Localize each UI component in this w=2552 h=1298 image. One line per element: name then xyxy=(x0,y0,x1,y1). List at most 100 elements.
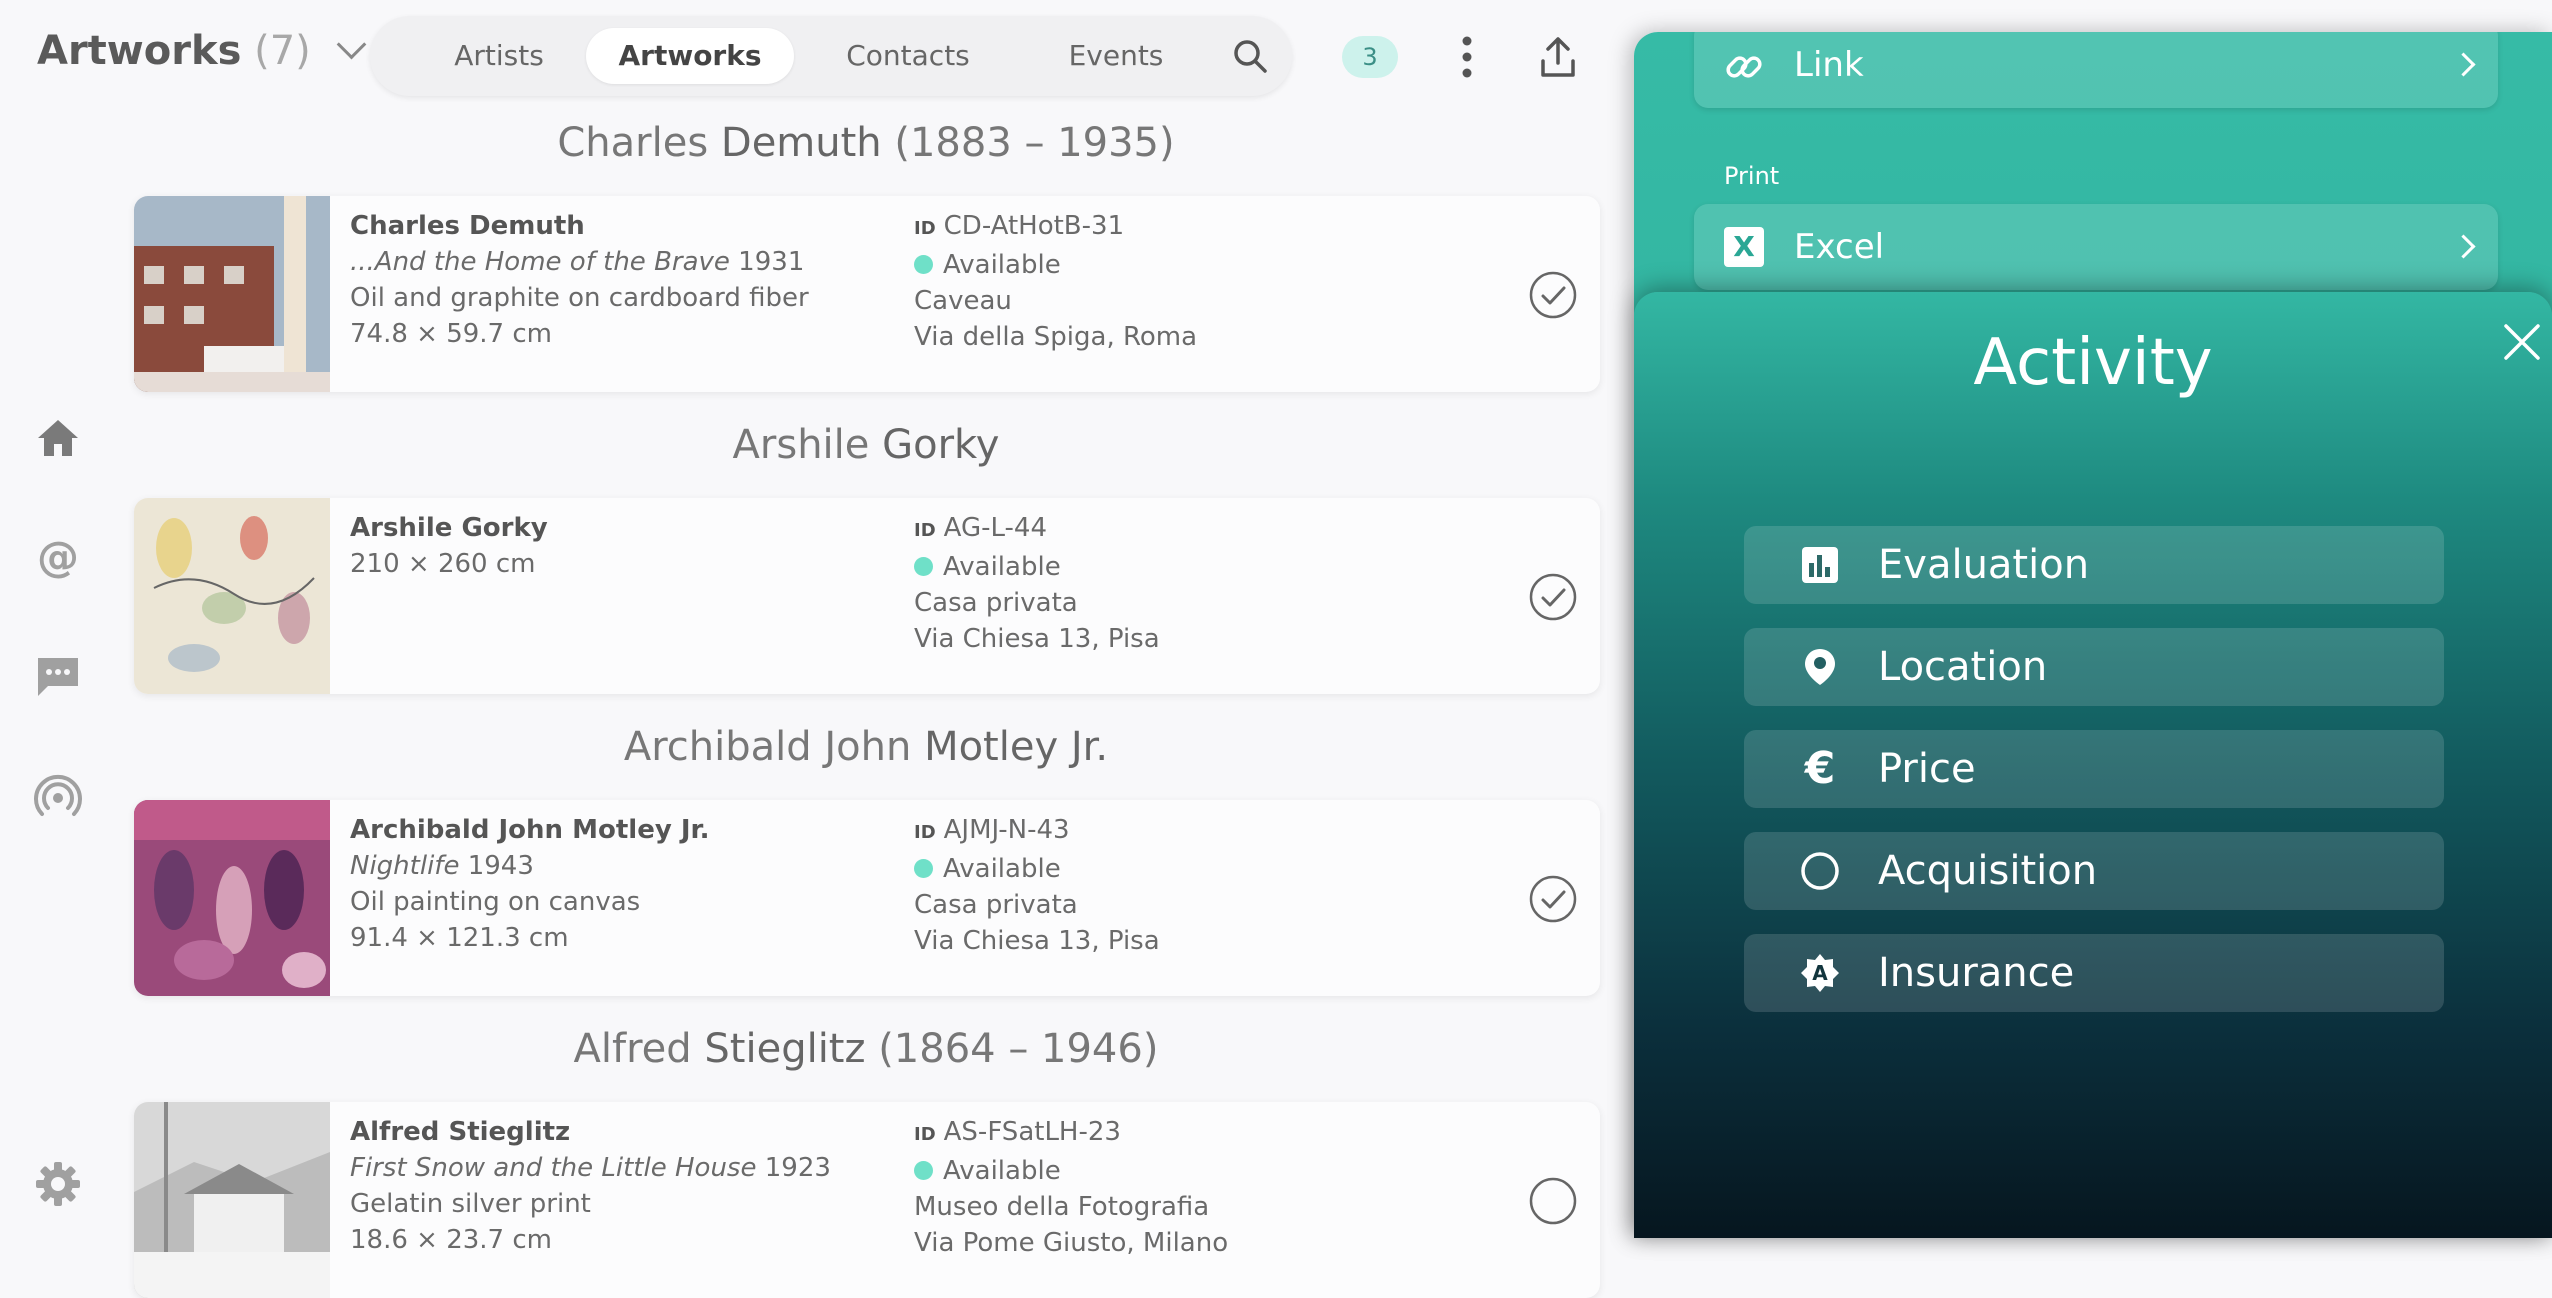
artist-surname: Motley Jr. xyxy=(924,724,1109,770)
artwork-id: CD-AtHotB-31 xyxy=(943,211,1125,241)
check-circle-icon[interactable] xyxy=(1528,270,1578,320)
print-section-label: Print xyxy=(1724,162,1780,190)
artwork-title-line: ...And the Home of the Brave 1931 xyxy=(350,244,809,280)
artwork-year: 1923 xyxy=(756,1153,831,1183)
artwork-details: Charles Demuth ...And the Home of the Br… xyxy=(350,208,809,352)
artwork-year: 1943 xyxy=(459,851,534,881)
svg-text:@: @ xyxy=(37,534,79,581)
artist-heading: Charles Demuth (1883 – 1935) xyxy=(132,120,1600,166)
artwork-year: 1931 xyxy=(729,247,805,277)
excel-option[interactable]: X Excel xyxy=(1694,204,2498,290)
artwork-inventory: ID AS-FSatLH-23 Available Museo della Fot… xyxy=(914,1114,1228,1261)
tab-artworks[interactable]: Artworks xyxy=(586,28,794,84)
activity-location-label: Location xyxy=(1878,644,2048,690)
activity-acquisition-label: Acquisition xyxy=(1878,848,2098,894)
artwork-medium: Gelatin silver print xyxy=(350,1189,591,1219)
more-options-icon[interactable] xyxy=(1455,33,1479,81)
artwork-card[interactable]: Charles Demuth ...And the Home of the Br… xyxy=(134,196,1600,392)
artwork-id: AJMJ-N-43 xyxy=(943,815,1070,845)
bar-chart-icon xyxy=(1802,547,1838,583)
artwork-card[interactable]: Alfred Stieglitz First Snow and the Litt… xyxy=(134,1102,1600,1298)
artwork-thumbnail xyxy=(134,498,330,694)
activity-price-label: Price xyxy=(1878,746,1976,792)
activity-location[interactable]: Location xyxy=(1744,628,2444,706)
link-icon xyxy=(1726,56,1762,78)
mention-icon[interactable]: @ xyxy=(34,534,82,582)
chat-icon[interactable] xyxy=(34,652,82,700)
artwork-title: ...And the Home of the Brave xyxy=(350,247,730,277)
link-option[interactable]: Link xyxy=(1694,32,2498,108)
id-label: ID xyxy=(914,1124,936,1145)
artwork-address: Via Pome Giusto, Milano xyxy=(914,1228,1229,1258)
check-circle-icon[interactable] xyxy=(1528,572,1578,622)
broadcast-icon[interactable] xyxy=(34,774,82,822)
artwork-inventory: ID AJMJ-N-43 Available Casa privata Via C… xyxy=(914,812,1160,959)
activity-insurance-label: Insurance xyxy=(1878,950,2075,996)
euro-icon: € xyxy=(1804,743,1836,794)
artwork-card[interactable]: Archibald John Motley Jr. Nightlife 1943… xyxy=(134,800,1600,996)
artwork-artist-name: Charles Demuth xyxy=(350,211,585,241)
artwork-status: Available xyxy=(943,250,1061,280)
status-dot-icon xyxy=(914,255,933,274)
artwork-address: Via della Spiga, Roma xyxy=(914,322,1198,352)
activity-insurance[interactable]: A Insurance xyxy=(1744,934,2444,1012)
page-title[interactable]: Artworks (7) xyxy=(37,28,367,74)
artwork-address: Via Chiesa 13, Pisa xyxy=(914,624,1160,654)
artwork-details: Archibald John Motley Jr. Nightlife 1943… xyxy=(350,812,710,956)
artist-heading: Arshile Gorky xyxy=(132,422,1600,468)
artist-years: (1883 – 1935) xyxy=(881,120,1175,166)
chevron-right-icon xyxy=(2451,234,2476,259)
insurance-badge-icon: A xyxy=(1801,954,1839,992)
settings-gear-icon[interactable] xyxy=(34,1160,82,1208)
artwork-dimensions: 210 × 260 cm xyxy=(350,549,536,579)
artwork-id: AG-L-44 xyxy=(943,513,1047,543)
artwork-status: Available xyxy=(943,552,1061,582)
home-icon[interactable] xyxy=(34,414,82,462)
artist-first-name: Archibald John xyxy=(623,724,925,770)
share-icon[interactable] xyxy=(1538,33,1578,81)
artwork-thumbnail xyxy=(134,1102,330,1298)
page-title-label: Artworks xyxy=(37,28,242,74)
activity-evaluation[interactable]: Evaluation xyxy=(1744,526,2444,604)
artwork-address: Via Chiesa 13, Pisa xyxy=(914,926,1160,956)
circle-icon xyxy=(1801,852,1839,890)
search-icon[interactable] xyxy=(1232,38,1268,74)
artwork-id: AS-FSatLH-23 xyxy=(943,1117,1121,1147)
activity-panel: Activity Evaluation Location € Price Acq… xyxy=(1634,292,2552,1238)
artist-surname: Gorky xyxy=(882,422,1000,468)
tab-events[interactable]: Events xyxy=(1026,28,1206,84)
artwork-thumbnail xyxy=(134,800,330,996)
insurance-icon-letter: A xyxy=(1812,961,1828,985)
artwork-dimensions: 18.6 × 23.7 cm xyxy=(350,1225,552,1255)
close-icon[interactable] xyxy=(2500,320,2544,364)
link-label: Link xyxy=(1794,45,1864,85)
artwork-title-line: Nightlife 1943 xyxy=(350,848,710,884)
status-dot-icon xyxy=(914,859,933,878)
artist-surname: Demuth xyxy=(720,120,882,166)
artwork-place: Caveau xyxy=(914,286,1012,316)
artwork-dimensions: 74.8 × 59.7 cm xyxy=(350,319,552,349)
activity-price[interactable]: € Price xyxy=(1744,730,2444,808)
artwork-title: Nightlife xyxy=(350,851,460,881)
notification-badge[interactable]: 3 xyxy=(1342,36,1398,78)
tab-contacts[interactable]: Contacts xyxy=(810,28,1006,84)
artwork-inventory: ID CD-AtHotB-31 Available Caveau Via dell… xyxy=(914,208,1197,355)
unchecked-circle-icon[interactable] xyxy=(1528,1176,1578,1226)
id-label: ID xyxy=(914,218,936,239)
artwork-artist-name: Alfred Stieglitz xyxy=(350,1117,571,1147)
artist-first-name: Charles xyxy=(557,120,721,166)
artist-surname: Stieglitz xyxy=(704,1026,866,1072)
map-pin-icon xyxy=(1805,649,1835,685)
artwork-details: Arshile Gorky 210 × 260 cm xyxy=(350,510,548,582)
activity-acquisition[interactable]: Acquisition xyxy=(1744,832,2444,910)
check-circle-icon[interactable] xyxy=(1528,874,1578,924)
excel-label: Excel xyxy=(1794,227,1885,267)
id-label: ID xyxy=(914,822,936,843)
tab-artists[interactable]: Artists xyxy=(414,28,584,84)
artwork-medium: Oil and graphite on cardboard fiber xyxy=(350,283,809,313)
artwork-title-line: First Snow and the Little House 1923 xyxy=(350,1150,831,1186)
chevron-down-icon[interactable] xyxy=(337,29,367,60)
artwork-artist-name: Arshile Gorky xyxy=(350,513,548,543)
artist-first-name: Arshile xyxy=(732,422,883,468)
artwork-card[interactable]: Arshile Gorky 210 × 260 cm ID AG-L-44 Ava… xyxy=(134,498,1600,694)
